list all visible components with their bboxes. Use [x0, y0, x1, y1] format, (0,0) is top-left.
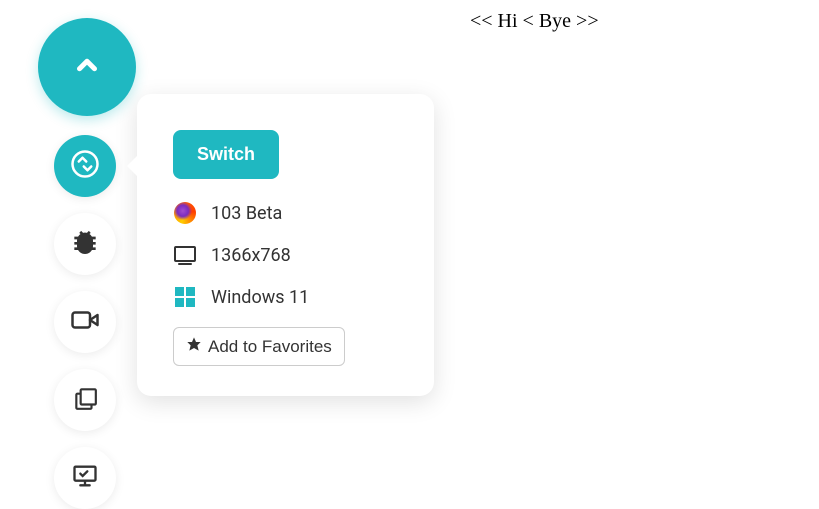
switch-popup: Switch 103 Beta 1366x768 Windows 11 Add …: [137, 94, 434, 396]
monitor-icon: [173, 243, 197, 267]
chevron-up-icon: [72, 50, 102, 84]
firefox-icon: [173, 201, 197, 225]
video-icon: [70, 305, 100, 339]
browser-version-label: 103 Beta: [211, 203, 282, 224]
page-header-text: << Hi < Bye >>: [470, 10, 599, 33]
video-tool-button[interactable]: [54, 291, 116, 353]
resolution-info-row: 1366x768: [173, 243, 398, 267]
bug-icon: [69, 226, 101, 262]
screenshot-tool-button[interactable]: [54, 369, 116, 431]
favorites-label: Add to Favorites: [208, 337, 332, 357]
os-info-row: Windows 11: [173, 285, 398, 309]
presentation-icon: [71, 462, 99, 494]
bug-tool-button[interactable]: [54, 213, 116, 275]
switch-tool-button[interactable]: [54, 135, 116, 197]
add-favorites-button[interactable]: Add to Favorites: [173, 327, 345, 366]
windows-icon: [173, 285, 197, 309]
os-label: Windows 11: [211, 287, 309, 308]
browser-info-row: 103 Beta: [173, 201, 398, 225]
display-tool-button[interactable]: [54, 447, 116, 509]
swap-icon: [70, 149, 100, 183]
collapse-fab[interactable]: [38, 18, 136, 116]
switch-button[interactable]: Switch: [173, 130, 279, 179]
layers-icon: [72, 385, 98, 415]
star-icon: [186, 336, 202, 357]
sidebar-tools: [54, 135, 116, 509]
resolution-label: 1366x768: [211, 245, 291, 266]
